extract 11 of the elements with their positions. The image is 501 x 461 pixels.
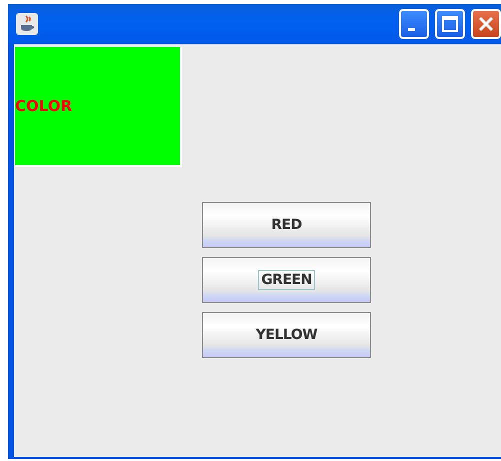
color-button[interactable]: GREEN xyxy=(202,257,371,303)
maximize-icon xyxy=(441,15,459,33)
maximize-button[interactable] xyxy=(435,9,465,39)
color-label: COLOR xyxy=(15,97,72,115)
color-button[interactable]: RED xyxy=(202,202,371,248)
minimize-icon xyxy=(408,28,414,30)
close-button[interactable] xyxy=(471,9,501,39)
color-button[interactable]: YELLOW xyxy=(202,312,371,358)
minimize-button[interactable] xyxy=(399,9,429,39)
close-icon xyxy=(477,15,495,33)
coffee-cup-icon xyxy=(16,13,38,35)
